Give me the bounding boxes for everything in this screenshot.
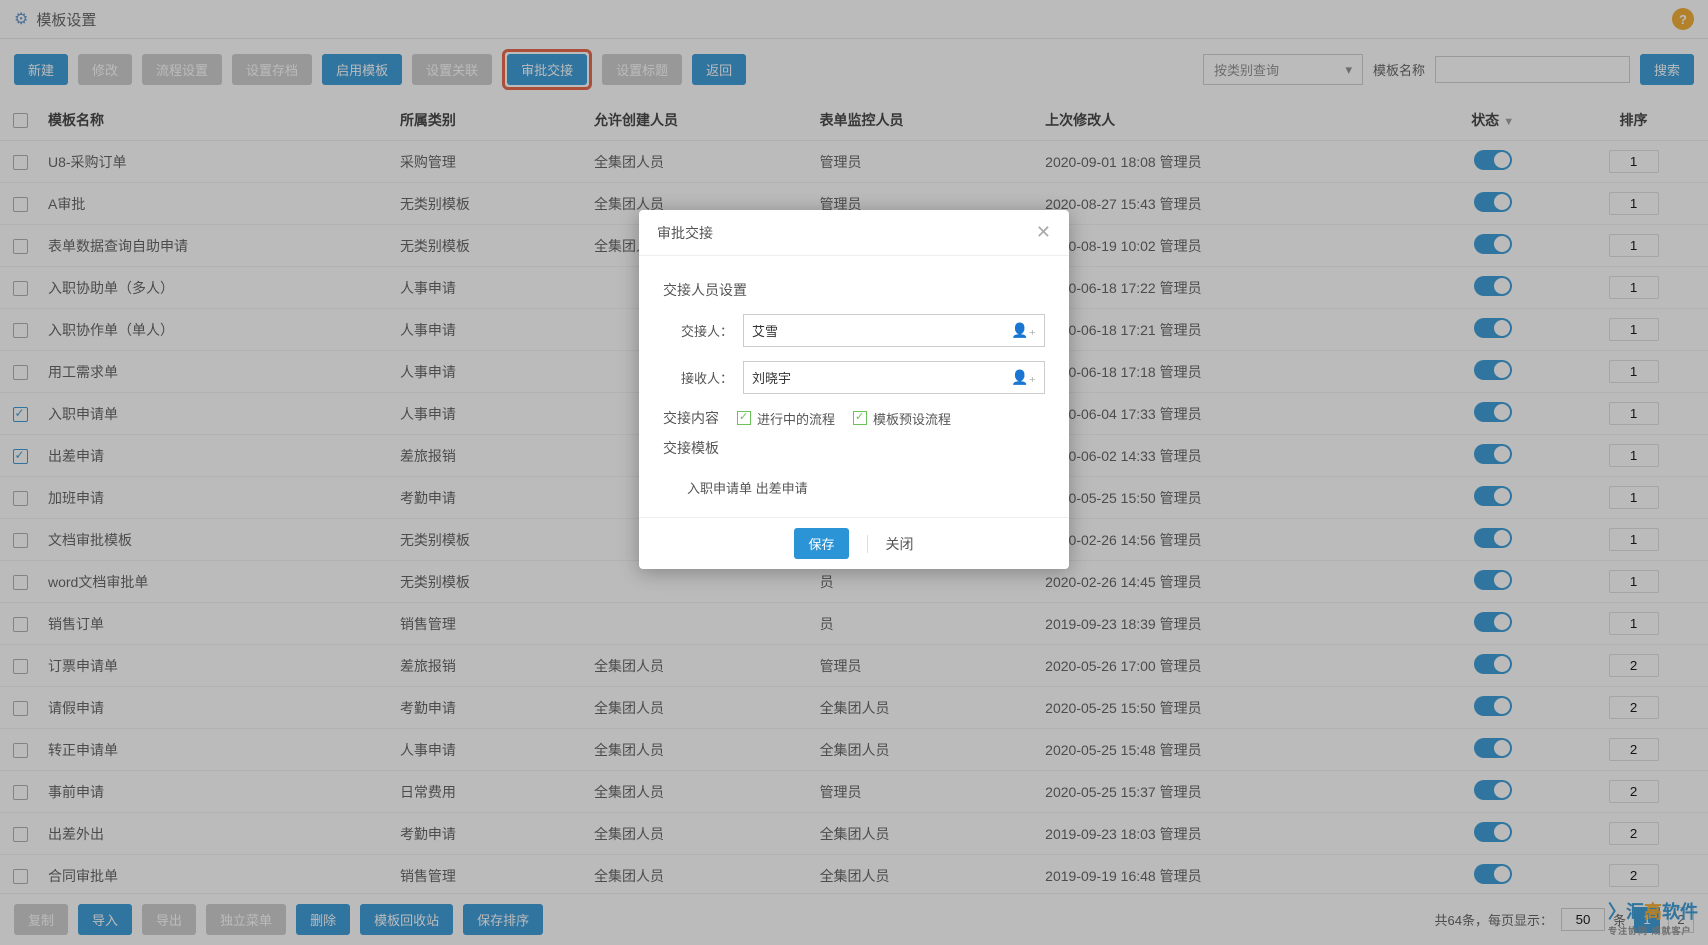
handover-template-list: 入职申请单 出差申请 [663,472,1045,497]
modal-body: 交接人员设置 交接人： 艾雪 👤₊ 接收人： 刘晓宇 👤₊ 交接内容 进行中的流… [639,256,1069,517]
section-handover-templates: 交接模板 [663,438,1045,458]
to-person-input[interactable]: 刘晓宇 👤₊ [743,361,1045,394]
section-handover-persons: 交接人员设置 [663,280,1045,300]
handover-modal: 审批交接 ✕ 交接人员设置 交接人： 艾雪 👤₊ 接收人： 刘晓宇 👤₊ 交接内… [639,210,1069,569]
checkbox-icon [737,411,751,425]
from-person-label: 交接人： [663,321,733,340]
opt-in-progress[interactable]: 进行中的流程 [737,409,835,428]
to-person-value: 刘晓宇 [752,368,791,387]
modal-footer: 保存 关闭 [639,517,1069,569]
to-person-label: 接收人： [663,368,733,387]
modal-close-button[interactable]: 关闭 [886,534,914,554]
from-person-value: 艾雪 [752,321,778,340]
handover-content-row: 交接内容 进行中的流程 模板预设流程 [663,408,1045,428]
person-picker-icon[interactable]: 👤₊ [1011,322,1036,339]
from-person-input[interactable]: 艾雪 👤₊ [743,314,1045,347]
to-person-row: 接收人： 刘晓宇 👤₊ [663,361,1045,394]
modal-header: 审批交接 ✕ [639,210,1069,256]
modal-title: 审批交接 [657,223,713,243]
checkbox-icon [853,411,867,425]
section-handover-content: 交接内容 [663,408,719,428]
close-icon[interactable]: ✕ [1036,222,1051,243]
person-picker-icon[interactable]: 👤₊ [1011,369,1036,386]
modal-save-button[interactable]: 保存 [794,528,848,559]
from-person-row: 交接人： 艾雪 👤₊ [663,314,1045,347]
opt-template-preset[interactable]: 模板预设流程 [853,409,951,428]
divider [867,535,868,553]
